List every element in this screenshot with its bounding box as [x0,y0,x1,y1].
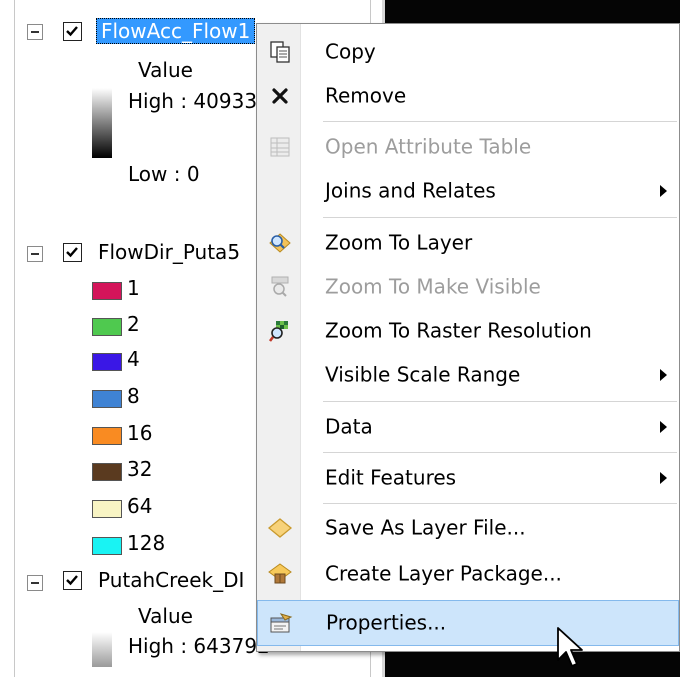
legend-swatch [92,500,122,518]
menu-item-create-layer-package[interactable]: Create Layer Package... [257,552,679,596]
legend-class-label: 8 [127,384,140,408]
menu-item-label: Zoom To Make Visible [325,274,541,299]
menu-item-label: Edit Features [325,465,457,490]
zoom-to-make-visible-icon [267,274,293,300]
menu-item-data[interactable]: Data [257,405,679,449]
legend-heading: Value [138,58,193,82]
checkmark-icon [66,575,78,586]
legend-high-value: High : 643792 [128,634,270,658]
legend-class-label: 64 [127,494,153,518]
legend-class-label: 32 [127,457,153,481]
layer-name-putahcreek[interactable]: PutahCreek_DI [98,568,244,592]
layer-collapse-toggle[interactable] [27,24,43,40]
mouse-pointer-icon [557,627,583,667]
legend-class-label: 128 [127,531,166,555]
legend-swatch [92,537,122,555]
menu-item-label: Properties... [326,610,447,635]
layer-package-icon [267,561,293,587]
menu-item-label: Create Layer Package... [325,561,562,586]
menu-separator [323,217,677,218]
legend-class-label: 16 [127,421,153,445]
checkmark-icon [66,247,78,258]
toc-panel-left-border [14,0,15,677]
menu-item-properties[interactable]: Properties... [257,600,679,646]
menu-item-save-as-layer-file[interactable]: Save As Layer File... [257,506,679,550]
legend-swatch [92,318,122,336]
menu-item-visible-scale-range[interactable]: Visible Scale Range [257,353,679,397]
remove-x-icon [267,83,293,109]
submenu-arrow-icon [660,472,667,484]
layer-context-menu: Copy Remove Open Attribute Table Joins a… [256,23,680,652]
menu-item-label: Visible Scale Range [325,362,521,387]
menu-item-zoom-to-make-visible[interactable]: Zoom To Make Visible [257,265,679,309]
legend-class-label: 4 [127,347,140,371]
submenu-arrow-icon [660,185,667,197]
menu-item-open-attribute-table[interactable]: Open Attribute Table [257,125,679,169]
checkmark-icon [66,26,78,37]
menu-item-label: Copy [325,39,376,64]
menu-item-zoom-to-raster-resolution[interactable]: Zoom To Raster Resolution [257,309,679,353]
zoom-to-raster-resolution-icon [267,318,293,344]
submenu-arrow-icon [660,369,667,381]
menu-item-label: Data [325,414,373,439]
layer-visibility-checkbox[interactable] [63,243,82,262]
submenu-arrow-icon [660,421,667,433]
menu-separator [323,503,677,504]
legend-class-label: 2 [127,312,140,336]
menu-item-label: Save As Layer File... [325,515,526,540]
legend-swatch [92,463,122,481]
legend-swatch [92,282,122,300]
legend-heading: Value [138,604,193,628]
menu-item-label: Zoom To Raster Resolution [325,318,592,343]
stretch-color-ramp [92,88,112,158]
layer-name-flowdir[interactable]: FlowDir_Puta5 [98,240,240,264]
save-layer-file-icon [267,515,293,541]
menu-item-label: Remove [325,83,407,108]
stretch-color-ramp [92,632,112,667]
layer-name-flowacc[interactable]: FlowAcc_Flow1 [96,18,256,44]
layer-collapse-toggle[interactable] [27,575,43,591]
menu-item-zoom-to-layer[interactable]: Zoom To Layer [257,221,679,265]
menu-separator [323,452,677,453]
layer-visibility-checkbox[interactable] [63,22,82,41]
menu-item-joins-and-relates[interactable]: Joins and Relates [257,169,679,213]
legend-swatch [92,427,122,445]
menu-item-remove[interactable]: Remove [257,74,679,118]
menu-item-label: Joins and Relates [325,178,496,203]
menu-item-label: Zoom To Layer [325,230,473,255]
zoom-to-layer-icon [267,230,293,256]
menu-item-label: Open Attribute Table [325,134,532,159]
attribute-table-icon [267,134,293,160]
legend-swatch [92,390,122,408]
legend-class-label: 1 [127,276,140,300]
legend-swatch [92,353,122,371]
properties-icon [268,610,294,636]
menu-item-edit-features[interactable]: Edit Features [257,456,679,500]
menu-separator [323,121,677,122]
layer-collapse-toggle[interactable] [27,246,43,262]
legend-low-value: Low : 0 [128,162,200,186]
menu-item-copy[interactable]: Copy [257,30,679,74]
layer-visibility-checkbox[interactable] [63,571,82,590]
legend-high-value: High : 40933 [128,89,258,113]
copy-icon [267,39,293,65]
menu-separator [323,401,677,402]
